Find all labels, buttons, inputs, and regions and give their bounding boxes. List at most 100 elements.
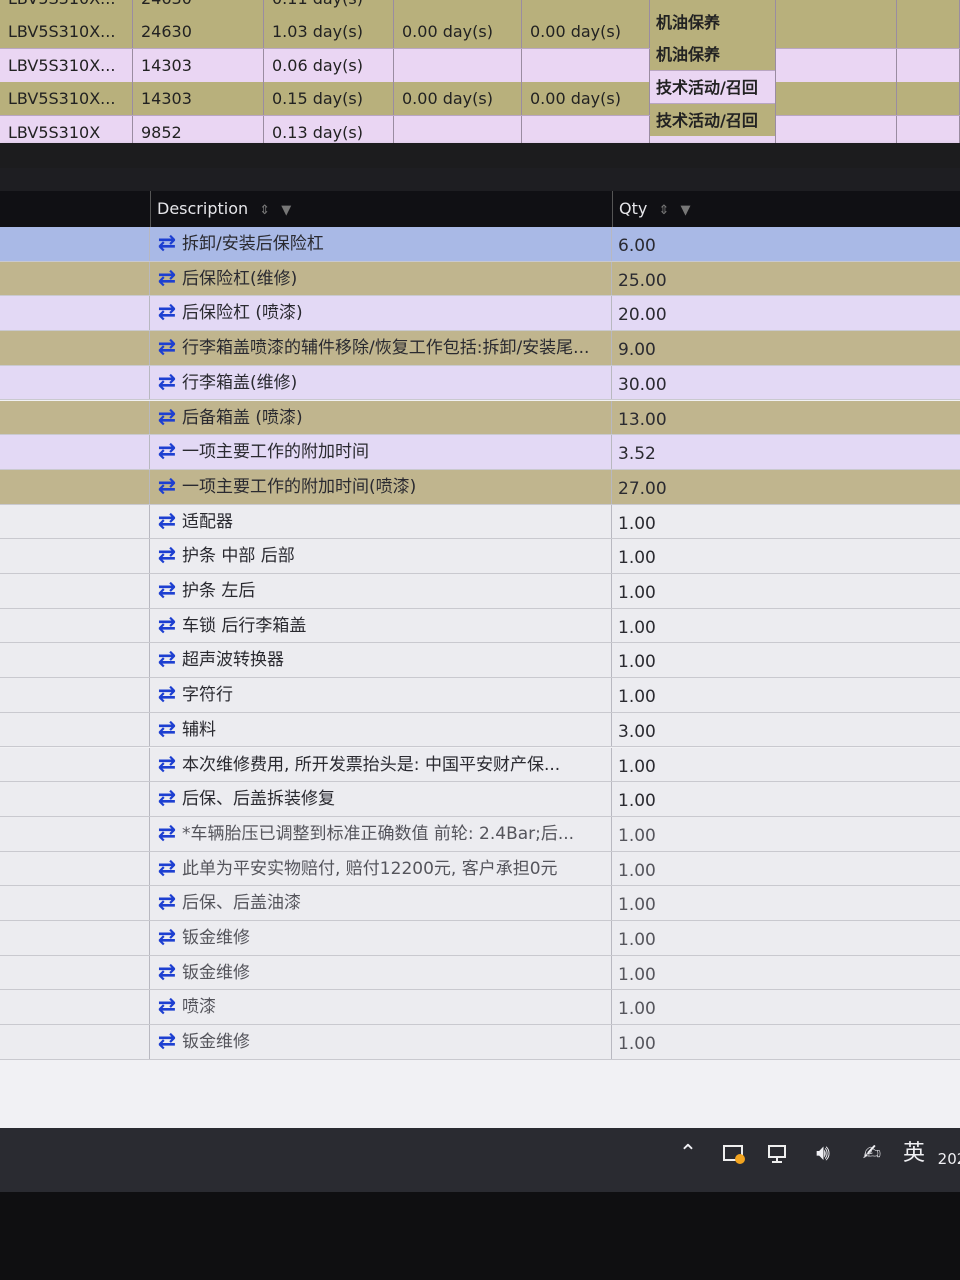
swap-arrows-icon[interactable]: ⇄ <box>154 817 180 851</box>
table-row[interactable]: ⇄ 拆卸/安装后保险杠 6.00 <box>0 227 960 262</box>
swap-arrows-icon[interactable]: ⇄ <box>154 227 180 261</box>
row-gutter <box>0 574 150 608</box>
swap-arrows-icon[interactable]: ⇄ <box>154 886 180 920</box>
table-row[interactable]: ⇄ 后备箱盖 (喷漆) 13.00 <box>0 400 960 436</box>
qty-cell: 1.00 <box>618 930 656 950</box>
table-row[interactable]: ⇄ 钣金维修 1.00 <box>0 921 960 956</box>
column-header-qty[interactable]: Qty ⇕ ▼ <box>612 191 960 227</box>
history-cell-d1: 0.11 day(s) <box>264 0 394 15</box>
history-row[interactable]: LBV5S310X... 14303 0.15 day(s) 0.00 day(s) 0… <box>0 82 960 116</box>
row-gutter <box>0 331 150 365</box>
swap-arrows-icon[interactable]: ⇄ <box>154 296 180 330</box>
qty-cell: 1.00 <box>618 687 656 708</box>
panel-divider <box>0 143 960 169</box>
table-row[interactable]: ⇄ 后保险杠 (喷漆) 20.00 <box>0 296 960 332</box>
qty-cell: 20.00 <box>618 305 667 326</box>
swap-arrows-icon[interactable]: ⇄ <box>154 609 180 643</box>
description-cell: ⇄ 超声波转换器 <box>150 643 612 678</box>
clock-partial[interactable]: 202 <box>932 1128 960 1180</box>
network-icon[interactable] <box>762 1128 794 1180</box>
sort-icon[interactable]: ⇕ <box>658 203 669 218</box>
table-row[interactable]: ⇄ 钣金维修 1.00 <box>0 1025 960 1060</box>
swap-arrows-icon[interactable]: ⇄ <box>154 470 180 504</box>
swap-arrows-icon[interactable]: ⇄ <box>154 539 180 573</box>
table-row[interactable]: ⇄ 适配器 1.00 <box>0 504 960 540</box>
table-row[interactable]: ⇄ 辅料 3.00 <box>0 712 960 748</box>
swap-arrows-icon[interactable]: ⇄ <box>154 921 180 955</box>
description-cell: ⇄ 一项主要工作的附加时间(喷漆) <box>150 469 612 504</box>
table-row[interactable]: ⇄ *车辆胎压已调整到标准正确数值 前轮: 2.4Bar;后... 1.00 <box>0 816 960 852</box>
row-gutter <box>0 227 150 261</box>
vehicle-history-table: LBV5S310X...246300.11 day(s)LBV5S310X...… <box>0 0 960 150</box>
swap-arrows-icon[interactable]: ⇄ <box>154 366 180 400</box>
table-row[interactable]: ⇄ 后保险杠(维修) 25.00 <box>0 261 960 297</box>
swap-arrows-icon[interactable]: ⇄ <box>154 401 180 435</box>
sort-icon[interactable]: ⇕ <box>259 203 270 218</box>
pen-ink-icon[interactable]: ✍︎ <box>856 1128 888 1180</box>
swap-arrows-icon[interactable]: ⇄ <box>154 678 180 712</box>
table-row[interactable]: ⇄ 后保、后盖拆装修复 1.00 <box>0 782 960 817</box>
description-text: 超声波转换器 <box>182 650 284 671</box>
swap-arrows-icon[interactable]: ⇄ <box>154 505 180 539</box>
table-row[interactable]: ⇄ 本次维修费用, 所开发票抬头是: 中国平安财产保... 1.00 <box>0 747 960 783</box>
description-cell: ⇄ 后保、后盖拆装修复 <box>150 782 612 816</box>
description-text: 行李箱盖喷漆的辅件移除/恢复工作包括:拆卸/安装尾... <box>182 338 590 359</box>
description-text: 钣金维修 <box>182 1032 250 1053</box>
table-row[interactable]: ⇄ 一项主要工作的附加时间(喷漆) 27.00 <box>0 469 960 505</box>
filter-icon[interactable]: ▼ <box>281 203 291 218</box>
security-center-icon[interactable] <box>718 1128 750 1180</box>
history-cell-d2: 0.00 day(s) <box>394 82 522 115</box>
swap-arrows-icon[interactable]: ⇄ <box>154 748 180 782</box>
history-cell-empty <box>897 15 960 48</box>
description-text: 拆卸/安装后保险杠 <box>182 234 324 254</box>
swap-arrows-icon[interactable]: ⇄ <box>154 956 180 990</box>
row-gutter <box>0 365 150 400</box>
description-cell: ⇄ 一项主要工作的附加时间 <box>150 435 612 469</box>
description-cell: ⇄ 此单为平安实物赔付, 赔付12200元, 客户承担0元 <box>150 851 612 886</box>
swap-arrows-icon[interactable]: ⇄ <box>154 435 180 469</box>
row-gutter <box>0 296 150 331</box>
table-row[interactable]: ⇄ 超声波转换器 1.00 <box>0 643 960 679</box>
table-row[interactable]: ⇄ 钣金维修 1.00 <box>0 955 960 991</box>
qty-cell: 1.00 <box>618 513 656 534</box>
history-row[interactable]: LBV5S310X...246300.11 day(s) <box>0 0 960 16</box>
swap-arrows-icon[interactable]: ⇄ <box>154 574 180 608</box>
table-row[interactable]: ⇄ 车锁 后行李箱盖 1.00 <box>0 608 960 644</box>
history-row[interactable]: LBV5S310X... 14303 0.06 day(s) <box>0 49 960 83</box>
table-row[interactable]: ⇄ 喷漆 1.00 <box>0 990 960 1026</box>
swap-arrows-icon[interactable]: ⇄ <box>154 1025 180 1059</box>
description-text: 后保险杠 (喷漆) <box>182 303 303 324</box>
show-hidden-icons-chevron-icon[interactable]: ⌃ <box>674 1128 702 1180</box>
column-header-description[interactable]: Description ⇕ ▼ <box>150 191 612 227</box>
swap-arrows-icon[interactable]: ⇄ <box>154 643 180 677</box>
row-gutter <box>0 990 150 1025</box>
history-row[interactable]: LBV5S310X... 24630 1.03 day(s) 0.00 day(s) 0… <box>0 15 960 49</box>
table-row[interactable]: ⇄ 字符行 1.00 <box>0 678 960 713</box>
swap-arrows-icon[interactable]: ⇄ <box>154 331 180 365</box>
swap-arrows-icon[interactable]: ⇄ <box>154 990 180 1024</box>
swap-arrows-icon[interactable]: ⇄ <box>154 852 180 886</box>
row-gutter <box>0 261 150 296</box>
filter-icon[interactable]: ▼ <box>680 203 690 218</box>
table-row[interactable]: ⇄ 此单为平安实物赔付, 赔付12200元, 客户承担0元 1.00 <box>0 851 960 887</box>
description-cell: ⇄ 钣金维修 <box>150 921 612 955</box>
table-row[interactable]: ⇄ 后保、后盖油漆 1.00 <box>0 886 960 921</box>
ime-indicator[interactable]: 英 <box>898 1128 930 1180</box>
table-row[interactable]: ⇄ 一项主要工作的附加时间 3.52 <box>0 435 960 470</box>
swap-arrows-icon[interactable]: ⇄ <box>154 782 180 816</box>
volume-icon[interactable]: 🔊︎ <box>806 1128 840 1180</box>
swap-arrows-icon[interactable]: ⇄ <box>154 713 180 747</box>
qty-cell: 1.00 <box>618 617 656 638</box>
table-row[interactable]: ⇄ 行李箱盖喷漆的辅件移除/恢复工作包括:拆卸/安装尾... 9.00 <box>0 331 960 366</box>
history-cell-vin: LBV5S310X... <box>0 0 133 15</box>
table-row[interactable]: ⇄ 行李箱盖(维修) 30.00 <box>0 365 960 401</box>
table-row[interactable]: ⇄ 护条 左后 1.00 <box>0 574 960 609</box>
qty-header-label: Qty <box>619 199 648 218</box>
swap-arrows-icon[interactable]: ⇄ <box>154 262 180 296</box>
history-cell-mileage: 14303 <box>133 49 264 82</box>
table-row[interactable]: ⇄ 护条 中部 后部 1.00 <box>0 539 960 574</box>
row-gutter <box>0 469 150 504</box>
row-gutter <box>0 678 150 712</box>
qty-cell: 1.00 <box>618 999 656 1020</box>
service-type-cell: 技术活动/召回 <box>650 104 775 137</box>
